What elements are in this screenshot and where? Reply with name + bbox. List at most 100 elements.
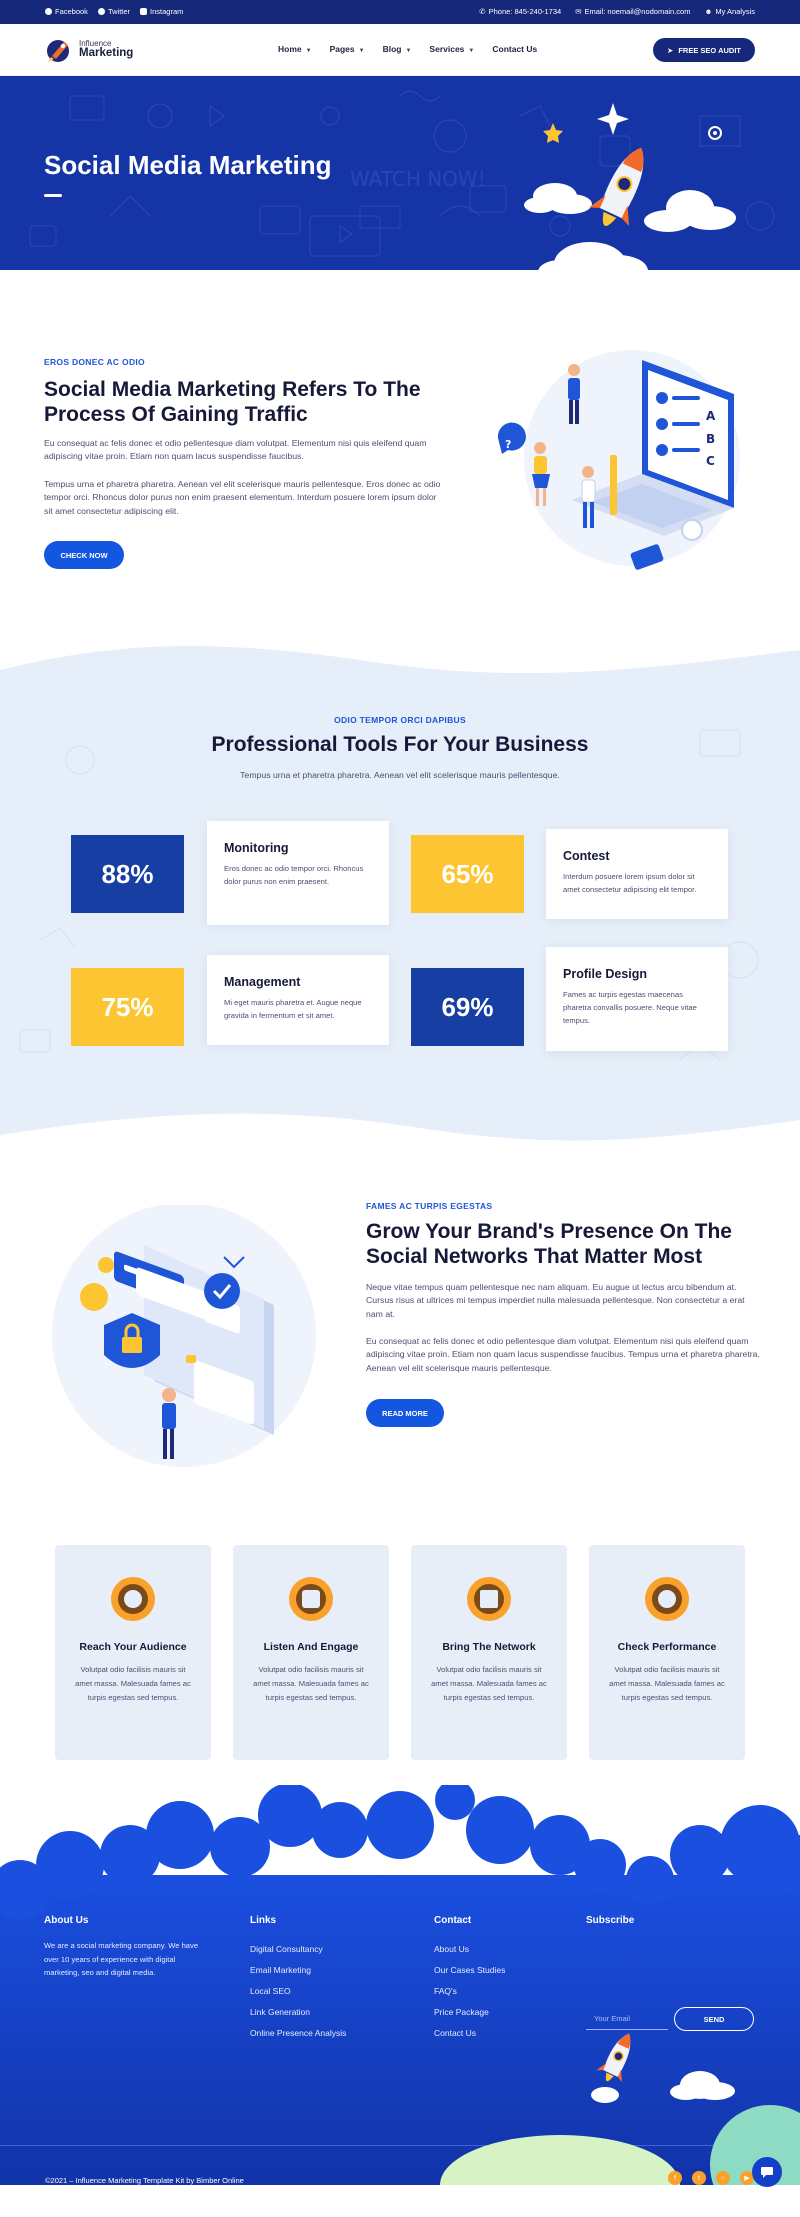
tool-card-title: Monitoring — [224, 841, 289, 855]
chevron-down-icon: ▼ — [305, 48, 312, 54]
footer-link[interactable]: Online Presence Analysis — [250, 2023, 346, 2044]
checklist-illustration: A B C ? — [497, 350, 740, 570]
nav-services[interactable]: Services ▼ — [429, 44, 474, 54]
nav-contact[interactable]: Contact Us — [492, 44, 537, 54]
rocket-logo-icon — [47, 40, 69, 62]
feature-card-listen: Listen And Engage Volutpat odio facilisi… — [233, 1545, 389, 1760]
stat-monitoring: 88% — [71, 835, 184, 913]
footer-link[interactable]: Email Marketing — [250, 1960, 346, 1981]
footer-link[interactable]: FAQ's — [434, 1981, 505, 2002]
twitter-social-icon[interactable]: t — [692, 2171, 706, 2185]
facebook-link[interactable]: Facebook — [45, 7, 88, 16]
tool-card-desc: Eros donec ac odio tempor orci. Rhoncus … — [224, 864, 364, 886]
twitter-link[interactable]: Twitter — [97, 7, 130, 16]
feature-card-performance: Check Performance Volutpat odio facilisi… — [589, 1545, 745, 1760]
nav-pages[interactable]: Pages ▼ — [330, 44, 365, 54]
footer-link[interactable]: Our Cases Studies — [434, 1960, 505, 1981]
feature-desc: Volutpat odio facilisis mauris sit amet … — [609, 1665, 725, 1703]
tool-card-title: Management — [224, 975, 301, 989]
section3-eyebrow: FAMES AC TURPIS EGESTAS — [366, 1201, 493, 1211]
profile-icon — [645, 1577, 689, 1621]
presentation-icon — [289, 1577, 333, 1621]
svg-text:A: A — [706, 409, 716, 423]
chevron-down-icon: ▼ — [405, 48, 412, 54]
tools-subtitle: Tempus urna et pharetra pharetra. Aenean… — [240, 770, 560, 780]
stat-profile-design: 69% — [411, 968, 524, 1046]
feature-card-network: Bring The Network Volutpat odio facilisi… — [411, 1545, 567, 1760]
instagram-link[interactable]: Instagram — [140, 7, 183, 16]
tool-card-contest: Contest Interdum posuere lorem ipsum dol… — [546, 829, 728, 919]
footer-link[interactable]: Contact Us — [434, 2023, 505, 2044]
tool-card-desc: Fames ac turpis egestas maecenas pharetr… — [563, 990, 697, 1025]
intro-section: EROS DONEC AC ODIO Social Media Marketin… — [0, 270, 800, 640]
copyright-text: ©2021 – Influence Marketing Template Kit… — [45, 2176, 244, 2185]
feature-desc: Volutpat odio facilisis mauris sit amet … — [253, 1665, 369, 1703]
section3-paragraph-1: Neque vitae tempus quam pellentesque nec… — [366, 1282, 745, 1319]
hero-banner: WATCH NOW! Social Media Marketing — [0, 76, 800, 270]
footer-link[interactable]: About Us — [434, 1939, 505, 1960]
subscribe-email-input[interactable] — [586, 2008, 668, 2030]
phone-info: ✆ Phone: 845-240-1734 — [479, 7, 562, 16]
footer-link[interactable]: Digital Consultancy — [250, 1939, 346, 1960]
footer-link[interactable]: Price Package — [434, 2002, 505, 2023]
page-title: Social Media Marketing — [44, 150, 332, 180]
logo[interactable]: Influence Marketing — [44, 36, 133, 64]
footer-heading: Subscribe — [586, 1915, 635, 1926]
main-nav: Home ▼ Pages ▼ Blog ▼ Services ▼ Contact Us — [278, 44, 537, 54]
user-icon: ☻ — [704, 7, 713, 16]
stat-contest: 65% — [411, 835, 524, 913]
phone-icon: ✆ — [479, 7, 486, 16]
brand-presence-section: FAMES AC TURPIS EGESTAS Grow Your Brand'… — [0, 1145, 800, 1545]
footer-link[interactable]: Link Generation — [250, 2002, 346, 2023]
feature-title: Bring The Network — [442, 1641, 536, 1653]
cloud-background — [0, 1785, 800, 2185]
feature-title: Check Performance — [617, 1641, 717, 1653]
tool-card-title: Contest — [563, 849, 610, 863]
footer-heading: Contact — [434, 1915, 472, 1926]
tool-card-desc: Mi eget mauris pharetra et. Augue neque … — [224, 998, 362, 1020]
instagram-icon — [140, 8, 148, 15]
section-paragraph-1: Eu consequat ac felis donec et odio pell… — [44, 438, 427, 462]
footer-heading: Links — [250, 1915, 277, 1926]
tool-card-desc: Interdum posuere lorem ipsum dolor sit a… — [563, 872, 697, 894]
nav-blog[interactable]: Blog ▼ — [383, 44, 412, 54]
feature-title: Reach Your Audience — [79, 1641, 187, 1653]
feature-title: Listen And Engage — [263, 1641, 359, 1653]
svg-text:WATCH NOW!: WATCH NOW! — [350, 167, 486, 191]
footer-link[interactable]: Local SEO — [250, 1981, 346, 2002]
tool-card-monitoring: Monitoring Eros donec ac odio tempor orc… — [207, 821, 389, 925]
tools-title: Professional Tools For Your Business — [211, 733, 589, 756]
my-analysis-link[interactable]: ☻ My Analysis — [704, 7, 755, 16]
chat-icon — [761, 2167, 773, 2178]
subscribe-send-button[interactable]: SEND — [674, 2007, 754, 2031]
feature-desc: Volutpat odio facilisis mauris sit amet … — [75, 1665, 191, 1703]
email-info[interactable]: ✉ Email: noemail@nodomain.com — [575, 7, 690, 16]
free-seo-audit-button[interactable]: ➤ FREE SEO AUDIT — [653, 38, 755, 62]
tool-card-title: Profile Design — [563, 967, 648, 981]
facebook-icon — [45, 8, 52, 15]
stat-management: 75% — [71, 968, 184, 1046]
check-now-button[interactable]: CHECK NOW — [44, 541, 124, 569]
chat-button[interactable] — [752, 2157, 782, 2187]
footer-about: About Us We are a social marketing compa… — [44, 1915, 199, 1980]
footer-about-text: We are a social marketing company. We ha… — [44, 1941, 199, 1978]
svg-text:C: C — [706, 454, 715, 468]
tool-card-management: Management Mi eget mauris pharetra et. A… — [207, 955, 389, 1045]
footer-heading: About Us — [44, 1915, 89, 1926]
tool-card-profile-design: Profile Design Fames ac turpis egestas m… — [546, 947, 728, 1051]
tools-section: ODIO TEMPOR ORCI DAPIBUS Professional To… — [0, 640, 800, 1145]
site-footer: About Us We are a social marketing compa… — [0, 1785, 800, 2185]
facebook-social-icon[interactable]: f — [668, 2171, 682, 2185]
instagram-social-icon[interactable]: ○ — [716, 2171, 730, 2185]
mail-icon: ✉ — [575, 7, 582, 16]
read-more-button[interactable]: READ MORE — [366, 1399, 444, 1427]
features-section: Reach Your Audience Volutpat odio facili… — [0, 1545, 800, 1785]
title-underline — [44, 194, 62, 197]
security-illustration — [52, 1205, 316, 1467]
chevron-down-icon: ▼ — [468, 48, 475, 54]
site-header: Influence Marketing Home ▼ Pages ▼ Blog ▼ S… — [0, 24, 800, 76]
tools-eyebrow: ODIO TEMPOR ORCI DAPIBUS — [334, 715, 466, 725]
section3-title: Grow Your Brand's Presence On The Social… — [366, 1220, 732, 1269]
svg-text:?: ? — [505, 438, 511, 451]
nav-home[interactable]: Home ▼ — [278, 44, 312, 54]
